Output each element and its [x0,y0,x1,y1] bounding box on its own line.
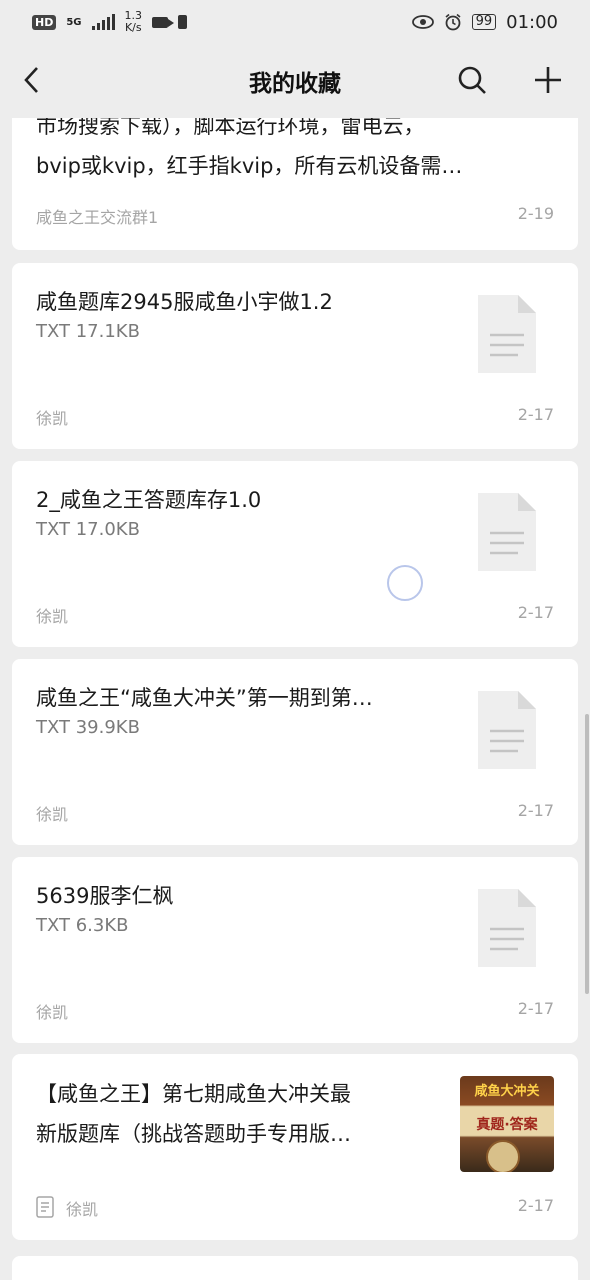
favorite-date: 2-17 [517,405,554,424]
favorite-item[interactable]: 2_咸鱼之王答题库存1.0 TXT 17.0KB 徐凯 2-17 [12,461,578,647]
notification-icon [178,15,188,29]
video-icon [152,16,175,28]
favorite-text: 市场搜索下载），脚本运行环境，雷电云， bvip或kvip，红手指kvip，所有… [36,118,463,178]
status-bar: HD 5G 1.3 K/s 99 01:00 [0,0,590,44]
favorite-date: 2-17 [517,603,554,622]
favorite-source: 徐凯 [36,409,69,428]
favorite-source: 咸鱼之王交流群1 [36,208,159,227]
file-meta: TXT 6.3KB [36,915,129,936]
file-icon [478,493,536,571]
file-icon [478,295,536,373]
favorites-list: 市场搜索下载），脚本运行环境，雷电云， bvip或kvip，红手指kvip，所有… [0,118,590,1280]
file-icon [478,691,536,769]
file-title: 5639服李仁枫 [36,884,174,908]
nav-bar: 我的收藏 [0,44,590,118]
loading-spinner [387,565,423,601]
favorite-source: 徐凯 [66,1200,99,1219]
favorite-date: 2-17 [517,1196,554,1215]
favorite-item[interactable]: 【咸鱼之王】第七期咸鱼大冲关最 新版题库（挑战答题助手专用版… 咸鱼大冲关 真题… [12,1054,578,1240]
eye-icon [411,15,434,29]
favorite-item[interactable]: 市场搜索下载），脚本运行环境，雷电云， bvip或kvip，红手指kvip，所有… [12,118,578,250]
thumbnail-graphic [486,1140,520,1172]
favorite-item[interactable]: 咸鱼题库2945服咸鱼小宇做1.2 TXT 17.1KB 徐凯 2-17 [12,263,578,449]
favorite-item[interactable]: 5639服李仁枫 TXT 6.3KB 徐凯 2-17 [12,857,578,1043]
file-meta: TXT 39.9KB [36,717,140,738]
document-icon [36,1196,54,1218]
search-icon[interactable] [454,62,490,98]
alarm-icon [445,13,461,31]
file-title: 咸鱼题库2945服咸鱼小宇做1.2 [36,290,333,314]
favorite-date: 2-17 [517,801,554,820]
file-title: 咸鱼之王“咸鱼大冲关”第一期到第… [36,686,373,710]
favorite-source: 徐凯 [36,607,69,626]
favorite-date: 2-17 [517,999,554,1018]
favorite-source: 徐凯 [36,805,69,824]
article-title: 【咸鱼之王】第七期咸鱼大冲关最 新版题库（挑战答题助手专用版… [36,1082,351,1146]
hd-indicator: HD [32,14,57,30]
file-meta: TXT 17.1KB [36,321,140,342]
battery-indicator: 99 [471,14,497,30]
network-speed: 1.3 K/s [124,9,143,34]
network-type: 5G [66,16,82,28]
add-icon[interactable] [530,62,566,98]
article-thumbnail: 咸鱼大冲关 真题·答案 [460,1076,554,1172]
favorite-date: 2-19 [517,204,554,223]
favorite-item[interactable]: 咸鱼之王“咸鱼大冲关”第一期到第… TXT 39.9KB 徐凯 2-17 [12,659,578,845]
favorite-item[interactable] [12,1256,578,1280]
page-title: 我的收藏 [249,71,341,97]
file-meta: TXT 17.0KB [36,519,140,540]
signal-icon [91,14,115,30]
favorite-source: 徐凯 [36,1003,69,1022]
back-icon[interactable] [16,62,52,98]
file-icon [478,889,536,967]
scrollbar[interactable] [585,714,589,994]
file-title: 2_咸鱼之王答题库存1.0 [36,488,262,512]
clock: 01:00 [506,11,558,33]
